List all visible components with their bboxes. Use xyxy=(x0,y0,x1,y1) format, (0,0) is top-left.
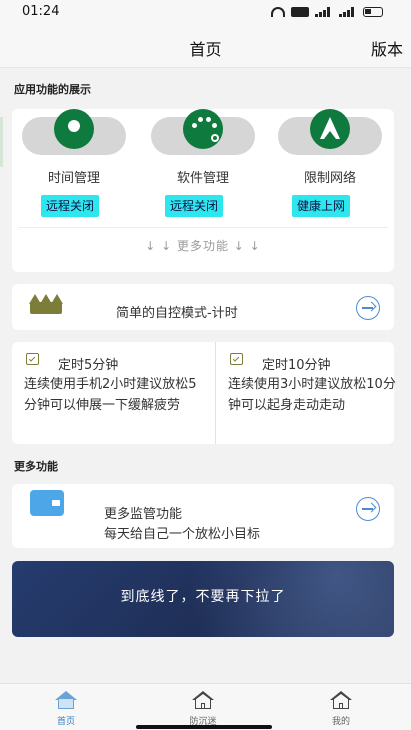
more-card-subtitle: 每天给自己一个放松小目标 xyxy=(104,527,261,542)
hd-icon xyxy=(291,7,309,17)
version-button[interactable]: 版本 xyxy=(371,36,403,60)
crown-icon xyxy=(29,294,63,314)
battery-icon xyxy=(363,7,383,17)
timer-description: 连续使用手机2小时建议放松5分钟可以伸展一下缓解疲劳 xyxy=(24,377,197,413)
divider xyxy=(18,227,388,228)
location-pin-icon xyxy=(54,109,94,149)
arrow-right-icon[interactable] xyxy=(356,497,380,521)
feature-tag-button[interactable]: 远程关闭 xyxy=(165,195,224,217)
palette-icon xyxy=(183,109,223,149)
navigation-arrow-icon xyxy=(310,109,350,149)
features-card: 时间管理 远程关闭 软件管理 远程关闭 限制网络 健康上网 ↓ ↓ 更多功能 ↓… xyxy=(12,109,394,272)
feature-tag-button[interactable]: 远程关闭 xyxy=(41,195,100,217)
wifi-icon xyxy=(271,7,285,17)
timer-title: 定时5分钟 xyxy=(58,358,119,373)
status-time: 01:24 xyxy=(22,4,60,19)
section-title-more-features: 更多功能 xyxy=(14,460,58,473)
home-icon xyxy=(55,691,77,709)
nav-bar: 首页 版本 xyxy=(0,24,411,68)
status-icons xyxy=(271,6,383,18)
more-supervision-card[interactable]: 更多监管功能 每天给自己一个放松小目标 xyxy=(12,484,394,548)
signal-icon xyxy=(339,7,357,17)
self-control-mode-card[interactable]: 简单的自控模式-计时 xyxy=(12,284,394,330)
timer-card: 定时5分钟 连续使用手机2小时建议放松5分钟可以伸展一下缓解疲劳 定时10分钟 … xyxy=(12,342,396,444)
feature-label: 软件管理 xyxy=(176,171,229,186)
bottom-banner: 到底线了，不要再下拉了 xyxy=(12,561,394,637)
edge-accent xyxy=(0,117,3,167)
timer-title: 定时10分钟 xyxy=(262,358,331,373)
banner-text: 到底线了，不要再下拉了 xyxy=(120,589,286,605)
more-features-link[interactable]: ↓ ↓ 更多功能 ↓ ↓ xyxy=(12,237,394,254)
wallet-icon xyxy=(30,490,64,516)
feature-label: 时间管理 xyxy=(47,171,100,186)
arrow-right-icon[interactable] xyxy=(356,296,380,320)
home-icon xyxy=(192,691,214,709)
home-icon xyxy=(330,691,352,709)
timer-5min[interactable]: 定时5分钟 连续使用手机2小时建议放松5分钟可以伸展一下缓解疲劳 xyxy=(12,342,202,444)
timer-description: 连续使用3小时建议放松10分钟可以起身走动走动 xyxy=(228,377,396,413)
section-title-app-features: 应用功能的展示 xyxy=(14,83,91,96)
alarm-clock-icon xyxy=(26,353,39,365)
status-bar: 01:24 xyxy=(0,0,411,24)
more-card-title: 更多监管功能 xyxy=(104,507,183,522)
feature-tag-button[interactable]: 健康上网 xyxy=(292,195,351,217)
home-indicator xyxy=(136,725,272,729)
tab-mine[interactable]: 我的 xyxy=(291,684,391,730)
tab-home[interactable]: 首页 xyxy=(16,684,116,730)
signal-icon xyxy=(315,7,333,17)
tab-label: 首页 xyxy=(56,717,75,727)
alarm-clock-icon xyxy=(230,353,243,365)
tab-anti-addiction[interactable]: 防沉迷 xyxy=(153,684,253,730)
tab-bar: 首页 防沉迷 我的 xyxy=(0,683,411,730)
feature-label: 限制网络 xyxy=(303,171,356,186)
tab-label: 我的 xyxy=(331,717,350,727)
page-title: 首页 xyxy=(189,40,222,59)
timer-10min[interactable]: 定时10分钟 连续使用3小时建议放松10分钟可以起身走动走动 xyxy=(216,342,406,444)
mode-label: 简单的自控模式-计时 xyxy=(116,306,238,321)
